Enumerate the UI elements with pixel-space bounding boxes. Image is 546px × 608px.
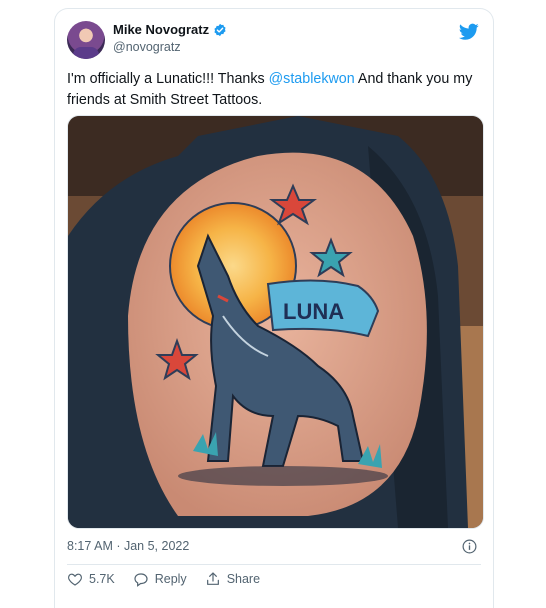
author-name[interactable]: Mike Novogratz [113, 22, 209, 37]
reply-button[interactable]: Reply [133, 571, 187, 587]
tweet-text-start: I'm officially a Lunatic!!! Thanks [67, 71, 269, 87]
avatar[interactable] [67, 21, 105, 59]
verified-badge-icon [214, 23, 226, 36]
tattoo-banner-text: LUNA [283, 299, 344, 324]
share-icon [206, 572, 219, 585]
like-count: 5.7K [89, 572, 115, 586]
divider [67, 564, 481, 565]
author-handle[interactable]: @novogratz [113, 40, 181, 54]
tattoo-photo: LUNA [68, 116, 483, 528]
like-button[interactable]: 5.7K [67, 571, 115, 587]
reply-icon [134, 573, 148, 587]
twitter-logo-icon[interactable] [459, 23, 479, 41]
author-name-row[interactable]: Mike Novogratz [113, 22, 227, 37]
tweet-image[interactable]: LUNA [67, 115, 484, 529]
tweet-timestamp[interactable]: 8:17 AM · Jan 5, 2022 [67, 539, 189, 553]
heart-icon [68, 573, 82, 586]
info-icon[interactable] [462, 539, 477, 554]
tweet-card: Mike Novogratz @novogratz I'm officially… [54, 8, 494, 608]
tweet-text: I'm officially a Lunatic!!! Thanks @stab… [67, 69, 487, 111]
share-label: Share [226, 572, 261, 586]
reply-label: Reply [154, 572, 187, 586]
mention-link[interactable]: @stablekwon [269, 71, 355, 87]
share-button[interactable]: Share [205, 571, 260, 587]
tweet-actions: 5.7K Reply Share [67, 571, 278, 587]
